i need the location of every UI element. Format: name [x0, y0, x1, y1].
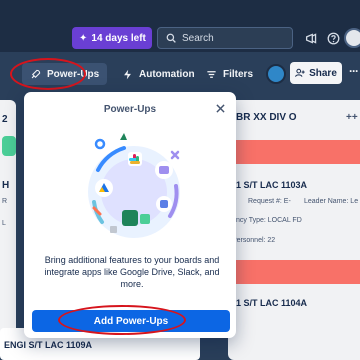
card-leader: Leader Name: Le [304, 198, 359, 205]
filter-icon [207, 70, 216, 78]
trial-days-left-button[interactable]: ✦ 14 days left [72, 27, 152, 49]
card-label-red[interactable] [228, 260, 360, 284]
power-ups-button[interactable]: Power-Ups [22, 63, 108, 85]
power-ups-label: Power-Ups [47, 68, 100, 80]
power-ups-illustration [88, 133, 180, 238]
filters-label: Filters [223, 68, 254, 80]
share-button[interactable]: Share [290, 62, 342, 84]
automation-label: Automation [139, 68, 195, 80]
card-agency-type: ncy Type: LOCAL FD [236, 217, 302, 224]
card-label-green[interactable] [2, 136, 16, 156]
close-icon [215, 103, 225, 113]
automation-button[interactable]: Automation [122, 63, 195, 85]
list-left: 2 H R L [0, 100, 16, 350]
share-label: Share [309, 67, 337, 79]
rocket-icon [31, 69, 41, 78]
popover-description: Bring additional features to your boards… [44, 255, 220, 289]
left-card-title: H [2, 180, 10, 191]
list-add-button[interactable]: ++ [346, 112, 358, 123]
account-avatar[interactable] [344, 28, 360, 48]
board-menu-button[interactable]: ··· [349, 64, 359, 78]
search-placeholder: Search [182, 32, 214, 44]
add-power-ups-label: Add Power-Ups [93, 315, 169, 327]
list-title: BR XX DIV O [236, 112, 297, 123]
left-list-title: 2 [2, 114, 8, 125]
top-navigation-bar: ✦ 14 days left Search [0, 0, 360, 52]
help-icon[interactable] [325, 30, 341, 46]
left-card-meta: R [2, 198, 8, 205]
sparkle-icon: ✦ [79, 32, 88, 44]
card-title[interactable]: 1 S/T LAC 1103A [236, 180, 307, 190]
card-label-red[interactable] [228, 140, 360, 164]
add-power-ups-button[interactable]: Add Power-Ups [32, 310, 230, 332]
card-title: ENGI S/T LAC 1109A [4, 340, 93, 350]
card-personnel: Personnel: 22 [232, 237, 276, 244]
add-person-icon [295, 68, 305, 77]
search-input[interactable]: Search [157, 27, 293, 49]
popover-title: Power-Ups [103, 104, 157, 115]
left-card-meta: L [2, 220, 6, 227]
filters-button[interactable]: Filters [206, 63, 253, 85]
trial-days-left-label: 14 days left [91, 32, 146, 44]
power-ups-popover: Power-Ups Bring additional features to y… [24, 92, 236, 338]
lightning-icon [124, 69, 131, 79]
search-icon [166, 33, 176, 43]
card-title[interactable]: 1 S/T LAC 1104A [236, 298, 307, 308]
member-avatar[interactable] [266, 64, 286, 84]
list-br-xx-div-o: BR XX DIV O ++ 1 S/T LAC 1103A Request #… [228, 100, 360, 360]
close-button[interactable] [213, 101, 227, 115]
megaphone-icon[interactable] [303, 30, 319, 46]
card-request: Request #: E- [248, 198, 291, 205]
